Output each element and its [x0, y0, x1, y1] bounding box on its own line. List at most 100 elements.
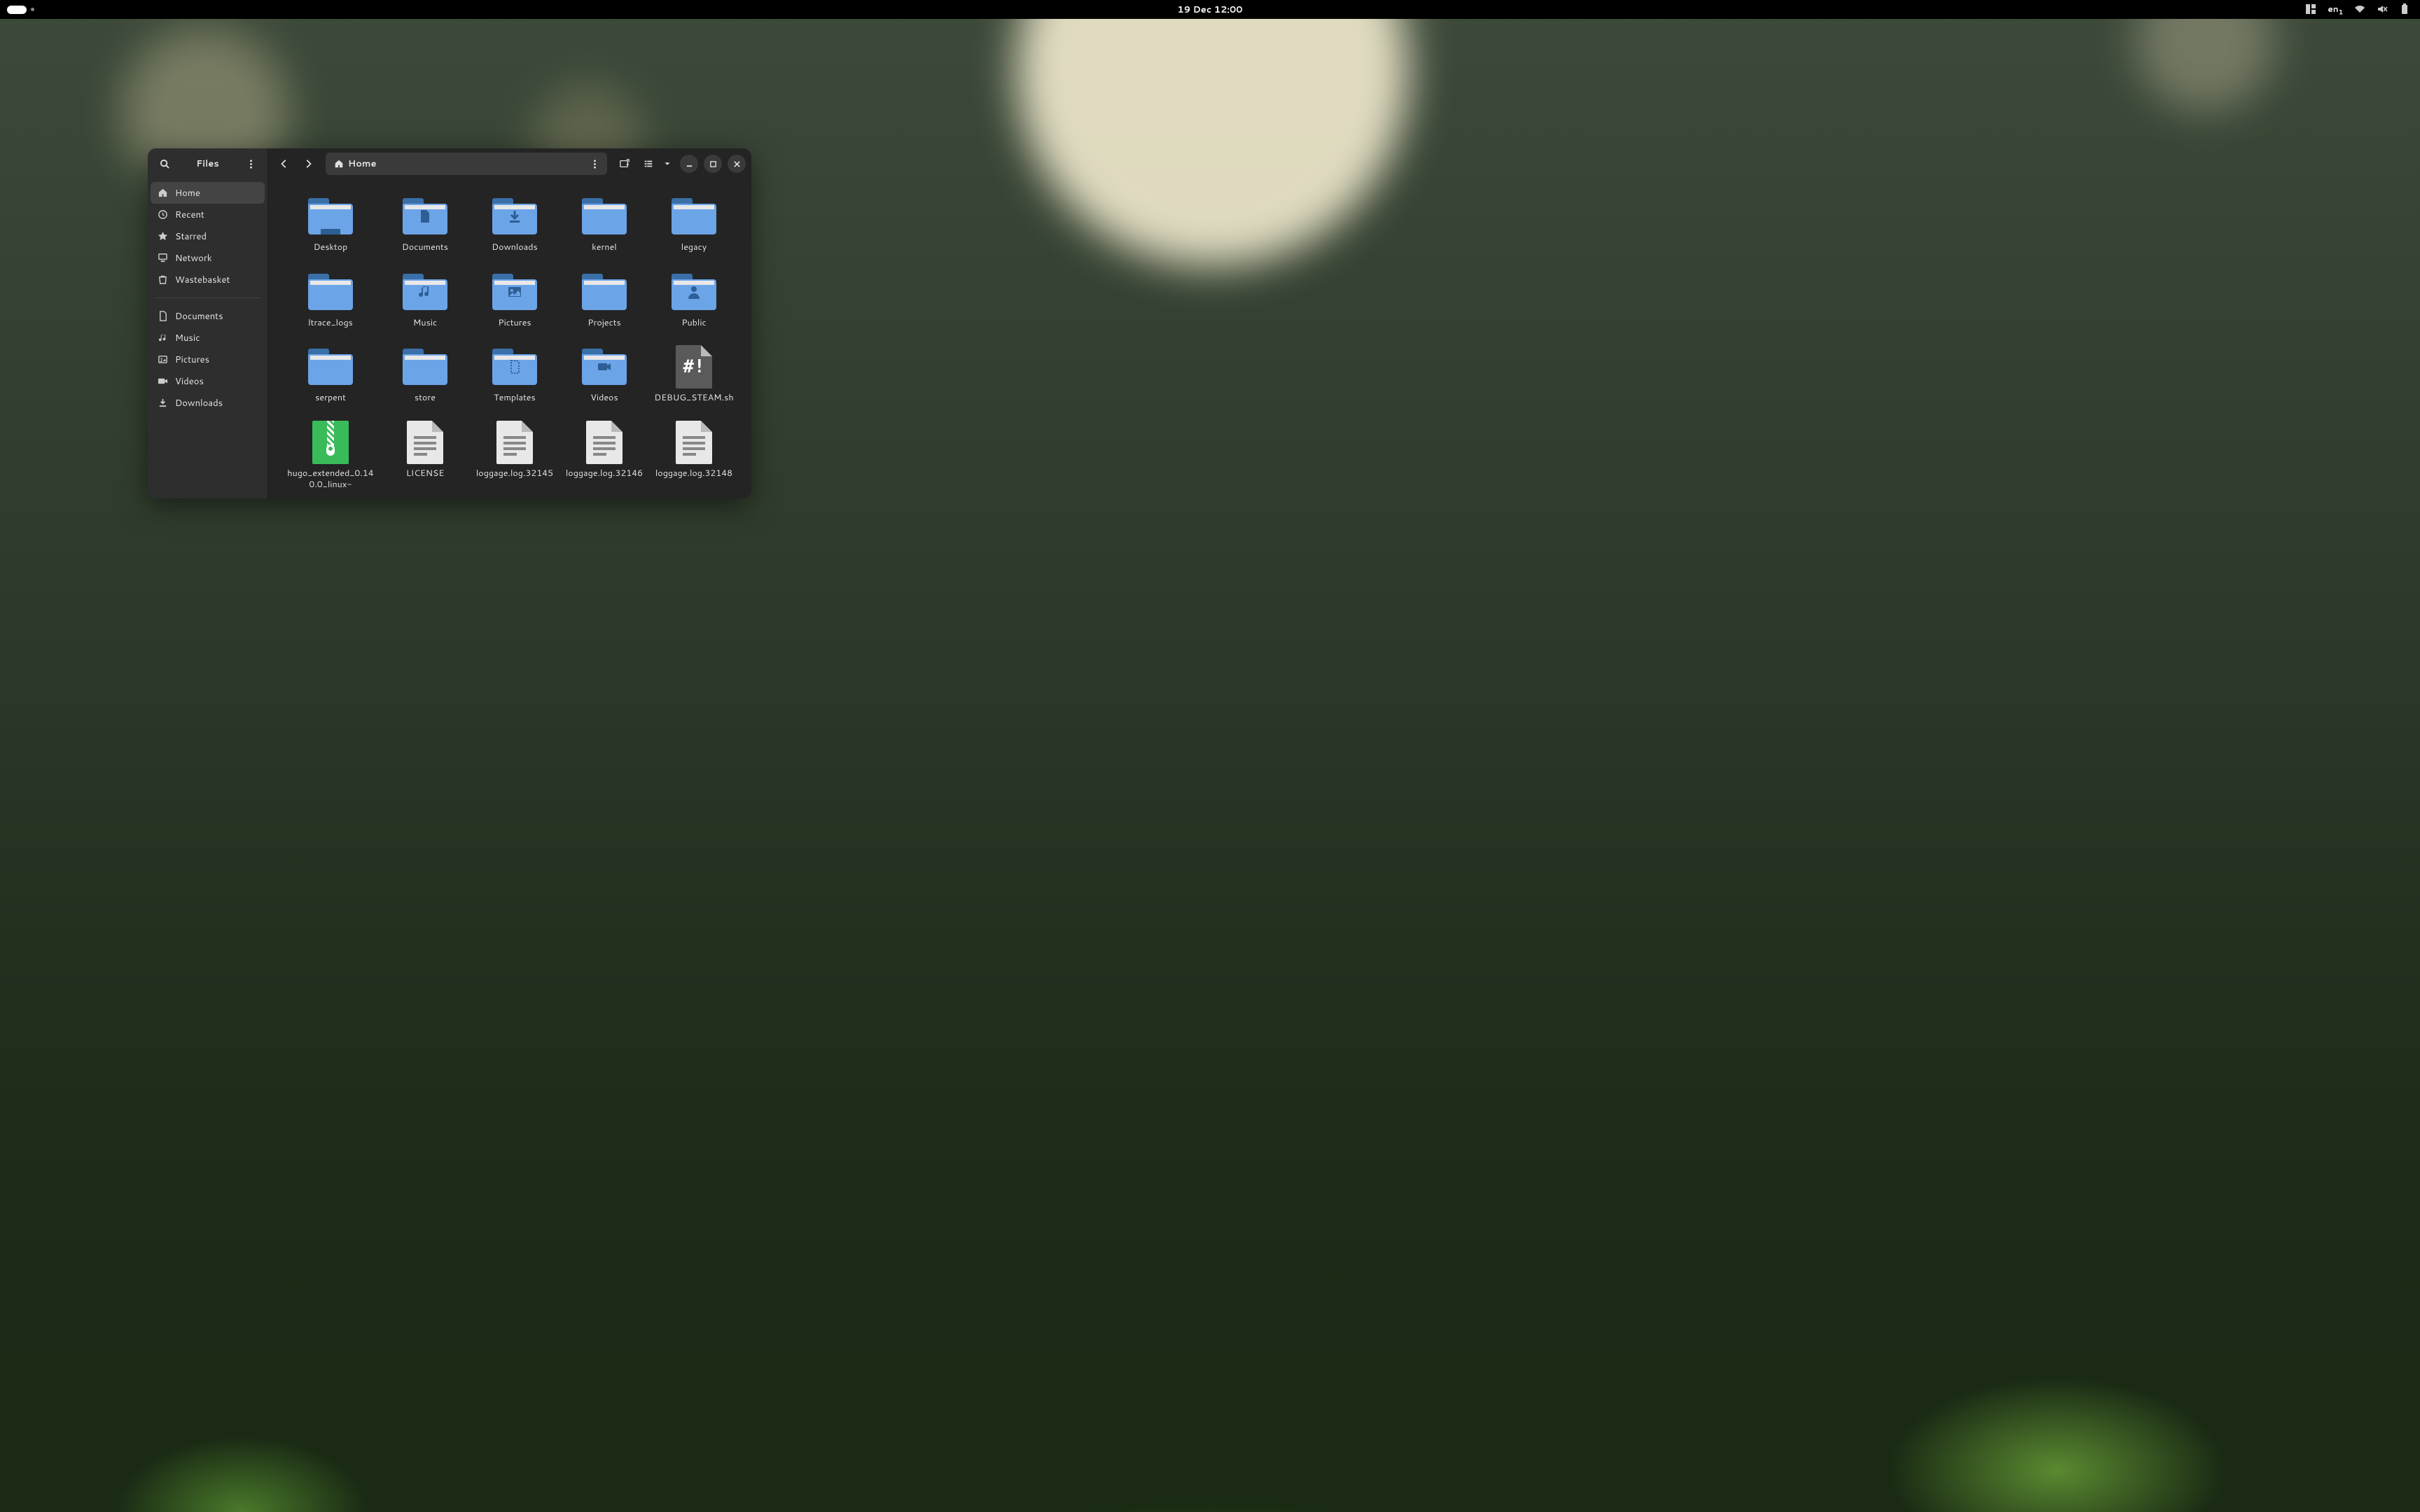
sidebar-item-music[interactable]: Music: [151, 327, 265, 349]
file-label: Videos: [590, 393, 618, 404]
view-list-button[interactable]: [638, 153, 659, 174]
file-item[interactable]: kernel: [561, 192, 648, 256]
file-label: Templates: [494, 393, 536, 404]
search-button[interactable]: [155, 154, 174, 174]
file-label: Public: [681, 318, 706, 329]
file-label: Music: [413, 318, 437, 329]
folder-icon: [672, 198, 716, 234]
file-label: legacy: [681, 242, 707, 253]
text-file-icon: [586, 421, 623, 464]
file-grid-area[interactable]: Desktop Documents Downloads kernel legacy ltr…: [268, 179, 751, 498]
text-file-icon: [407, 421, 443, 464]
file-label: loggage.log.32145: [476, 468, 553, 479]
folder-icon: [672, 274, 716, 310]
sidebar-item-videos[interactable]: Videos: [151, 370, 265, 392]
workspace-indicator[interactable]: [31, 8, 34, 11]
sidebar-item-network[interactable]: Network: [151, 247, 265, 269]
clock[interactable]: 19 Dec 12:00: [1177, 4, 1242, 16]
sidebar-item-label: Downloads: [175, 397, 223, 410]
sidebar-item-label: Documents: [175, 310, 223, 323]
file-item[interactable]: loggage.log.32146: [561, 418, 648, 493]
text-file-icon: [496, 421, 533, 464]
sidebar-item-starred[interactable]: Starred: [151, 225, 265, 247]
files-window: Files Home Recent Starred Network Wastebaske…: [148, 148, 751, 498]
file-label: store: [415, 393, 436, 404]
file-item[interactable]: Public: [651, 267, 737, 332]
file-item[interactable]: loggage.log.32148: [651, 418, 737, 493]
file-label: Pictures: [498, 318, 531, 329]
file-label: loggage.log.32146: [566, 468, 643, 479]
volume-muted-icon[interactable]: [2377, 4, 2388, 15]
file-item[interactable]: Documents: [382, 192, 468, 256]
view-options-button[interactable]: [660, 153, 674, 174]
file-item[interactable]: Videos: [561, 342, 648, 407]
file-item[interactable]: #!DEBUG_STEAM.sh: [651, 342, 737, 407]
file-item[interactable]: hugo_extended_0.140.0_linux-: [282, 418, 379, 493]
close-button[interactable]: [728, 155, 746, 173]
tiling-indicator-icon[interactable]: [2305, 4, 2316, 15]
file-item[interactable]: store: [382, 342, 468, 407]
file-item[interactable]: Templates: [471, 342, 558, 407]
folder-icon: [308, 274, 353, 310]
archive-file-icon: [312, 421, 349, 464]
file-item[interactable]: Music: [382, 267, 468, 332]
folder-icon: [582, 198, 627, 234]
path-bar[interactable]: Home: [326, 153, 607, 175]
folder-icon: [582, 349, 627, 385]
file-item[interactable]: Desktop: [282, 192, 379, 256]
file-item[interactable]: Projects: [561, 267, 648, 332]
sidebar-item-pictures[interactable]: Pictures: [151, 349, 265, 370]
script-file-icon: #!: [676, 345, 712, 388]
sidebar-menu-button[interactable]: [241, 154, 260, 174]
main-area: Home: [268, 148, 751, 498]
file-item[interactable]: serpent: [282, 342, 379, 407]
file-label: Documents: [402, 242, 448, 253]
path-crumb-home[interactable]: Home: [328, 155, 382, 173]
sidebar-item-label: Starred: [175, 230, 207, 243]
text-file-icon: [676, 421, 712, 464]
file-item[interactable]: Downloads: [471, 192, 558, 256]
file-item[interactable]: LICENSE: [382, 418, 468, 493]
file-item[interactable]: Pictures: [471, 267, 558, 332]
folder-icon: [492, 198, 537, 234]
path-menu-button[interactable]: [585, 154, 604, 174]
sidebar-item-documents[interactable]: Documents: [151, 305, 265, 327]
battery-icon[interactable]: [2399, 4, 2410, 15]
maximize-button[interactable]: [704, 155, 722, 173]
keyboard-layout-indicator[interactable]: en1: [2328, 3, 2343, 16]
file-label: kernel: [592, 242, 617, 253]
sidebar-item-label: Network: [175, 252, 212, 265]
sidebar-item-label: Videos: [175, 375, 204, 388]
folder-icon: [492, 349, 537, 385]
sidebar-item-label: Pictures: [175, 354, 209, 366]
file-label: Downloads: [492, 242, 537, 253]
sidebar-item-home[interactable]: Home: [151, 182, 265, 204]
file-label: hugo_extended_0.140.0_linux-: [285, 468, 376, 490]
folder-icon: [403, 274, 447, 310]
file-label: Projects: [587, 318, 620, 329]
file-label: LICENSE: [406, 468, 444, 479]
activities-pill[interactable]: [7, 6, 27, 14]
file-label: ltrace_logs: [308, 318, 353, 329]
sidebar-item-wastebasket[interactable]: Wastebasket: [151, 269, 265, 290]
folder-icon: [582, 274, 627, 310]
path-crumb-label: Home: [348, 158, 377, 170]
sidebar-item-downloads[interactable]: Downloads: [151, 392, 265, 414]
sidebar-item-recent[interactable]: Recent: [151, 204, 265, 225]
minimize-button[interactable]: [680, 155, 698, 173]
sidebar: Files Home Recent Starred Network Wastebaske…: [148, 148, 268, 498]
sidebar-item-label: Music: [175, 332, 200, 344]
network-icon[interactable]: [2354, 4, 2365, 15]
sidebar-item-label: Wastebasket: [175, 274, 230, 286]
new-tab-button[interactable]: [614, 153, 635, 174]
app-title: Files: [180, 158, 235, 170]
sidebar-item-label: Recent: [175, 209, 204, 221]
forward-button[interactable]: [298, 153, 319, 174]
file-item[interactable]: ltrace_logs: [282, 267, 379, 332]
folder-icon: [308, 349, 353, 385]
back-button[interactable]: [274, 153, 295, 174]
folder-icon: [492, 274, 537, 310]
toolbar: Home: [268, 148, 751, 179]
file-item[interactable]: loggage.log.32145: [471, 418, 558, 493]
file-item[interactable]: legacy: [651, 192, 737, 256]
